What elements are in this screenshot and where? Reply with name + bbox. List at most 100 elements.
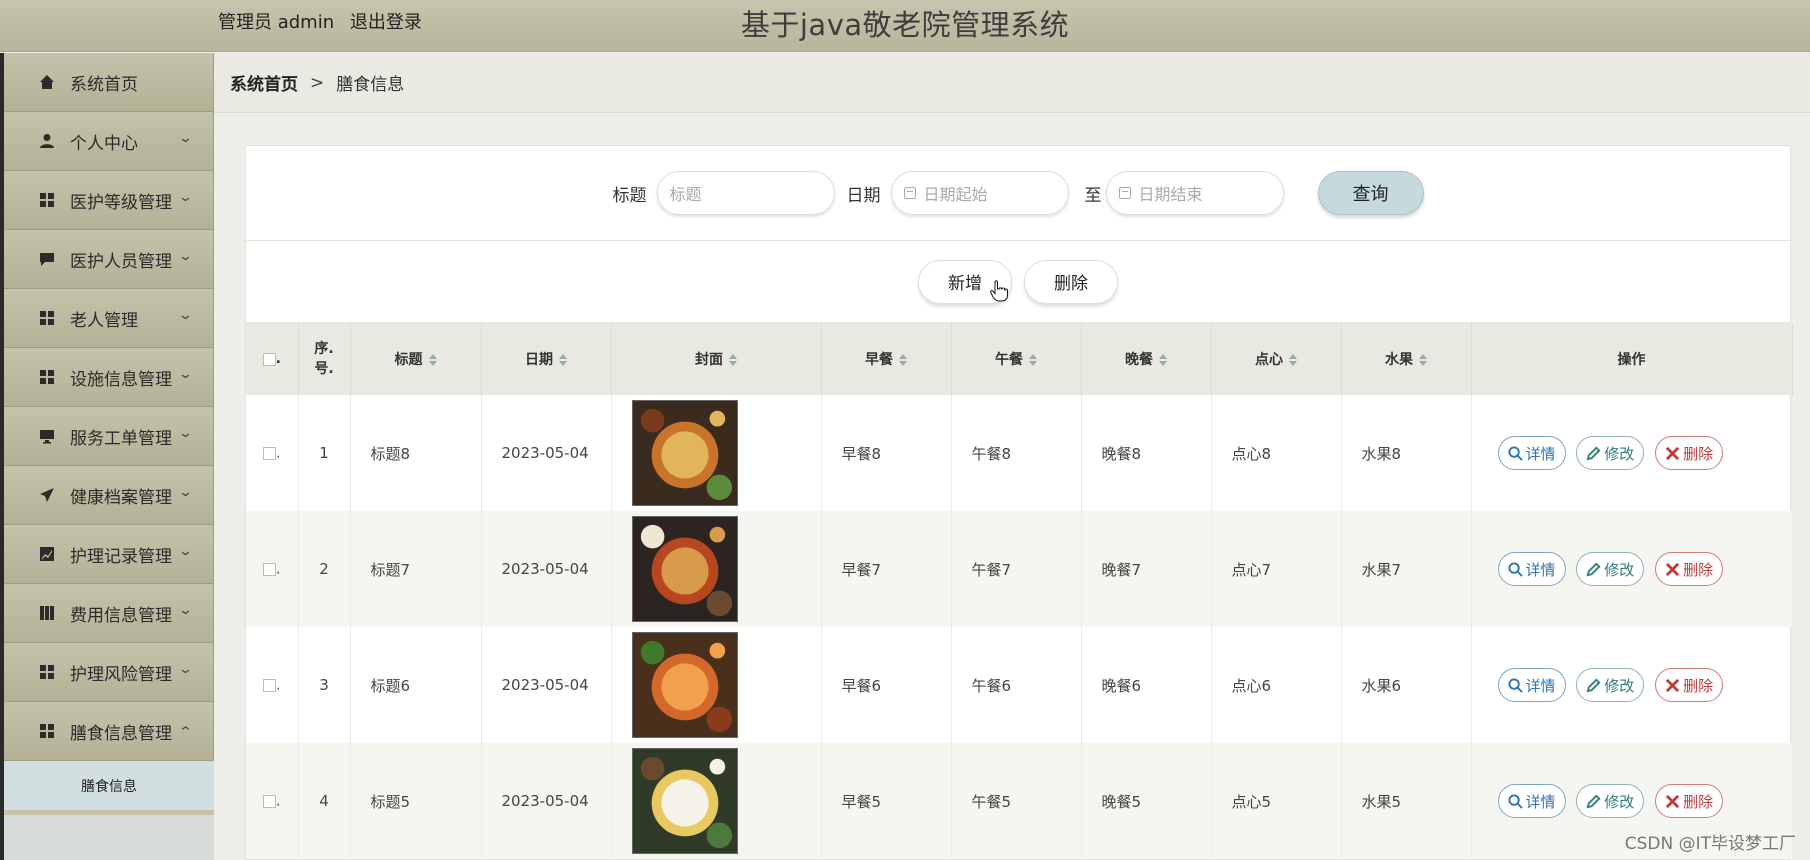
query-button[interactable]: 查询 xyxy=(1317,171,1424,215)
sidebar-item-label: 医护人员管理 xyxy=(70,251,172,272)
table-row: . 2 标题7 2023-05-04 早餐7 午餐7 晚餐7 点心7 水果7 详… xyxy=(246,511,1793,627)
edit-button[interactable]: 修改 xyxy=(1576,668,1645,702)
edit-button[interactable]: 修改 xyxy=(1576,784,1645,818)
column-header-lunch[interactable]: 午餐 xyxy=(951,323,1082,395)
edit-button-label: 修改 xyxy=(1604,560,1635,579)
delete-button-label: 删除 xyxy=(1683,444,1714,463)
sort-icon[interactable] xyxy=(899,354,907,366)
table-body: . 1 标题8 2023-05-04 早餐8 午餐8 晚餐8 点心8 水果8 详… xyxy=(246,395,1793,859)
row-dinner: 晚餐8 xyxy=(1081,395,1212,511)
cover-image[interactable] xyxy=(631,516,738,622)
column-header-date[interactable]: 日期 xyxy=(481,323,612,395)
pencil-icon xyxy=(1586,794,1601,808)
column-header-title[interactable]: 标题 xyxy=(350,323,482,395)
sidebar-item-care-risk[interactable]: 护理风险管理 ⌄ xyxy=(4,643,214,702)
sidebar-subitem-meal-info[interactable]: 膳食信息 xyxy=(4,761,214,815)
row-title: 标题6 xyxy=(350,627,482,743)
column-header-cover[interactable]: 封面 xyxy=(611,323,822,395)
row-number: 2 xyxy=(298,511,351,627)
sort-icon[interactable] xyxy=(1289,354,1297,366)
row-date: 2023-05-04 xyxy=(481,511,612,627)
date-end-input[interactable]: 日期结束 xyxy=(1105,171,1284,215)
sidebar-item-facility[interactable]: 设施信息管理 ⌄ xyxy=(4,348,214,407)
sidebar-item-label: 护理记录管理 xyxy=(70,546,172,567)
bulk-delete-button[interactable]: 删除 xyxy=(1024,259,1118,304)
column-header-fruit[interactable]: 水果 xyxy=(1341,323,1472,395)
sort-icon[interactable] xyxy=(729,354,737,366)
sidebar-item-fees[interactable]: 费用信息管理 ⌄ xyxy=(4,584,214,643)
sidebar-item-label: 费用信息管理 xyxy=(70,605,172,626)
top-header: 管理员 admin 退出登录 基于java敬老院管理系统 xyxy=(0,0,1810,52)
row-title: 标题7 xyxy=(350,511,482,627)
detail-button[interactable]: 详情 xyxy=(1497,784,1566,818)
row-cover-cell xyxy=(611,395,822,511)
sidebar-item-elderly[interactable]: 老人管理 ⌄ xyxy=(4,289,214,348)
delete-button[interactable]: 删除 xyxy=(1655,552,1724,586)
row-number: 3 xyxy=(298,627,351,743)
grid-icon xyxy=(38,722,56,740)
sidebar-item-label: 健康档案管理 xyxy=(70,487,172,508)
detail-button[interactable]: 详情 xyxy=(1497,436,1566,470)
close-icon xyxy=(1665,678,1680,692)
close-icon xyxy=(1665,562,1680,576)
cover-image[interactable] xyxy=(631,748,738,854)
delete-button-label: 删除 xyxy=(1683,792,1714,811)
sidebar-item-home[interactable]: 系统首页 xyxy=(4,53,214,112)
sort-icon[interactable] xyxy=(428,354,437,366)
content-panel: 标题 标题 日期 日期起始 至 日期结束 查询 新增 删除 . 序.号. 标题 xyxy=(245,145,1793,860)
sidebar-item-personal-center[interactable]: 个人中心 ⌄ xyxy=(4,112,214,171)
delete-button[interactable]: 删除 xyxy=(1655,668,1724,702)
row-checkbox[interactable] xyxy=(263,679,277,692)
search-bar: 标题 标题 日期 日期起始 至 日期结束 查询 xyxy=(246,146,1790,241)
breadcrumb-home[interactable]: 系统首页 xyxy=(230,70,298,95)
row-cover-cell xyxy=(611,627,822,743)
row-checkbox[interactable] xyxy=(263,795,277,808)
sidebar-item-health-record[interactable]: 健康档案管理 ⌄ xyxy=(4,466,214,525)
row-dinner: 晚餐5 xyxy=(1081,743,1212,859)
detail-button-label: 详情 xyxy=(1525,444,1556,463)
sort-icon[interactable] xyxy=(559,354,567,366)
row-snack: 点心8 xyxy=(1211,395,1342,511)
pencil-icon xyxy=(1586,446,1601,460)
row-date: 2023-05-04 xyxy=(481,627,612,743)
cover-image[interactable] xyxy=(631,632,738,738)
delete-button[interactable]: 删除 xyxy=(1655,784,1724,818)
row-select-cell: . xyxy=(246,627,299,743)
calendar-icon xyxy=(1118,187,1131,199)
edit-button[interactable]: 修改 xyxy=(1576,552,1645,586)
grid-icon xyxy=(38,663,56,681)
calendar-icon xyxy=(903,187,916,199)
column-header-dinner[interactable]: 晚餐 xyxy=(1081,323,1212,395)
cover-image[interactable] xyxy=(631,400,738,506)
sidebar-item-care-log[interactable]: 护理记录管理 ⌄ xyxy=(4,525,214,584)
column-header-label: 日期 xyxy=(525,352,553,368)
delete-button-label: 删除 xyxy=(1683,560,1714,579)
row-breakfast: 早餐8 xyxy=(821,395,952,511)
select-all-cell: . xyxy=(246,323,299,395)
detail-button[interactable]: 详情 xyxy=(1497,668,1566,702)
sidebar-item-care-staff[interactable]: 医护人员管理 ⌄ xyxy=(4,230,214,289)
row-checkbox[interactable] xyxy=(263,563,277,576)
sidebar-item-service-order[interactable]: 服务工单管理 ⌄ xyxy=(4,407,214,466)
sort-icon[interactable] xyxy=(1159,354,1167,366)
sidebar-item-care-level[interactable]: 医护等级管理 ⌄ xyxy=(4,171,214,230)
row-breakfast: 早餐5 xyxy=(821,743,952,859)
title-search-input[interactable]: 标题 xyxy=(656,171,835,215)
detail-button[interactable]: 详情 xyxy=(1497,552,1566,586)
row-select-cell: . xyxy=(246,395,299,511)
column-header-breakfast[interactable]: 早餐 xyxy=(821,323,952,395)
row-checkbox[interactable] xyxy=(263,447,277,460)
sort-icon[interactable] xyxy=(1029,354,1037,366)
select-all-checkbox[interactable] xyxy=(262,352,276,366)
delete-button[interactable]: 删除 xyxy=(1655,436,1724,470)
chevron-down-icon: ⌄ xyxy=(177,308,194,323)
sort-icon[interactable] xyxy=(1419,354,1427,366)
date-start-input[interactable]: 日期起始 xyxy=(890,171,1069,215)
detail-button-label: 详情 xyxy=(1525,676,1556,695)
sidebar-item-meal[interactable]: 膳食信息管理 ⌃ xyxy=(4,702,214,761)
edit-button[interactable]: 修改 xyxy=(1576,436,1645,470)
chevron-down-icon: ⌄ xyxy=(177,662,194,677)
sidebar-item-label: 服务工单管理 xyxy=(70,428,172,449)
column-header-snack[interactable]: 点心 xyxy=(1211,323,1342,395)
edit-button-label: 修改 xyxy=(1604,792,1635,811)
